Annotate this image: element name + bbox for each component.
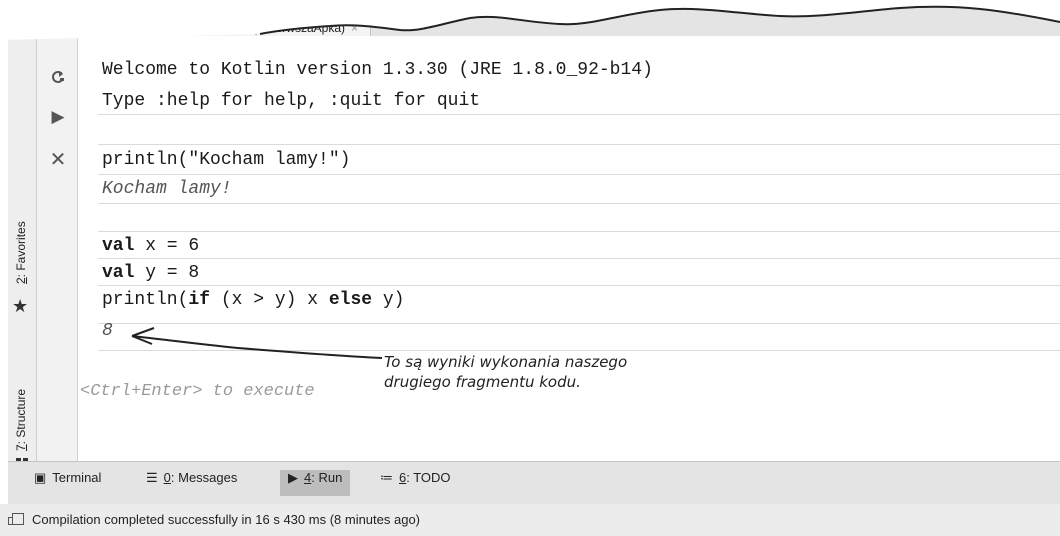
messages-icon: ☰	[146, 470, 158, 485]
divider	[98, 285, 1060, 286]
welcome-line: Welcome to Kotlin version 1.3.30 (JRE 1.…	[102, 60, 653, 80]
kotlin-repl-icon	[103, 26, 108, 32]
code-line-println-if: println(if (x > y) x else y)	[102, 290, 405, 310]
output-line-1: Kocham lamy!	[102, 179, 232, 199]
divider	[98, 114, 1060, 115]
status-bar: Compilation completed successfully in 16…	[0, 504, 1060, 536]
run-toolbar: ▶ ✕	[37, 36, 78, 461]
status-window-icon[interactable]	[8, 513, 24, 525]
tab-kotlin-repl[interactable]: Kotlin REPL (in module MojaPierwszaApka)…	[90, 14, 372, 37]
code-line-println: println("Kocham lamy!")	[102, 150, 351, 170]
run-icon: ▶	[288, 470, 298, 485]
play-icon[interactable]: ▶	[47, 106, 69, 128]
annotation-line-2: drugiego fragmentu kodu.	[384, 373, 581, 391]
star-icon: ★	[12, 296, 29, 317]
output-line-2: 8	[102, 321, 113, 341]
tab-todo[interactable]: ≔ 6: TODO	[372, 470, 459, 496]
code-line-val-y: val y = 8	[102, 263, 200, 283]
tab-title: Kotlin REPL (in module MojaPierwszaApka)	[112, 21, 345, 35]
tab-run[interactable]: ▶ 4: Run	[280, 470, 351, 496]
run-tool-window-header: Run: Kotlin REPL (in module MojaPierwsza…	[8, 0, 1060, 37]
favorites-tab[interactable]: 2: Favorites	[14, 221, 28, 284]
run-label: Run:	[38, 22, 66, 37]
close-icon[interactable]: ✕	[47, 147, 69, 171]
annotation-arrow	[131, 327, 383, 359]
todo-icon: ≔	[380, 470, 393, 485]
tab-close-icon[interactable]: ×	[351, 21, 358, 35]
divider	[98, 203, 1060, 204]
repl-console[interactable]: Welcome to Kotlin version 1.3.30 (JRE 1.…	[78, 36, 1060, 461]
rerun-icon[interactable]	[47, 66, 69, 88]
divider	[98, 144, 1060, 145]
divider	[98, 258, 1060, 259]
bottom-tool-tabs: ▣ Terminal ☰ 0: Messages ▶ 4: Run ≔ 6: TODO	[8, 461, 1060, 505]
code-line-val-x: val x = 6	[102, 236, 200, 256]
divider	[98, 231, 1060, 232]
execute-hint: <Ctrl+Enter> to execute	[80, 382, 315, 401]
tab-terminal[interactable]: ▣ Terminal	[26, 470, 109, 496]
tab-messages[interactable]: ☰ 0: Messages	[138, 470, 245, 496]
annotation-line-1: To są wyniki wykonania naszego	[384, 353, 628, 371]
divider	[98, 174, 1060, 175]
help-line: Type :help for help, :quit for quit	[102, 91, 481, 111]
terminal-icon: ▣	[34, 470, 47, 485]
left-tool-strip: 2: Favorites ★ 7: Structure	[8, 36, 37, 470]
status-message: Compilation completed successfully in 16…	[32, 512, 421, 527]
structure-tab[interactable]: 7: Structure	[14, 389, 28, 451]
